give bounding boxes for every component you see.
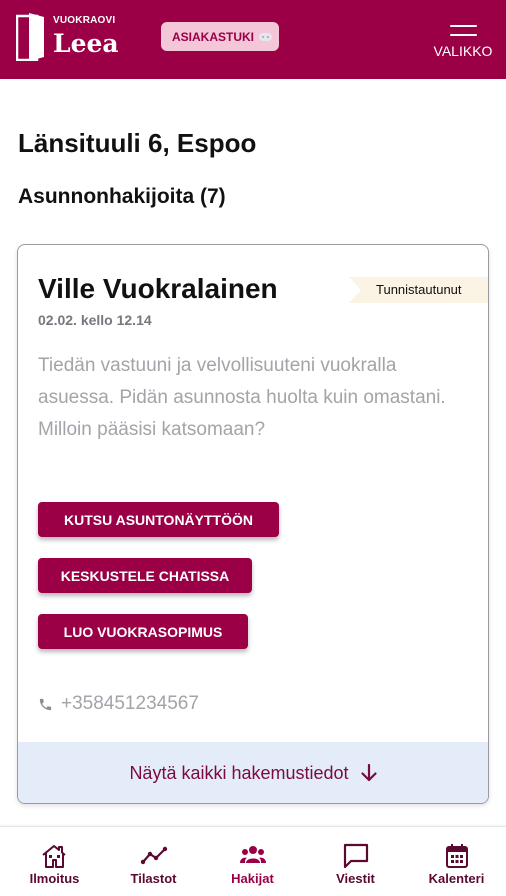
show-all-application-details-button[interactable]: Näytä kaikki hakemustiedot (18, 742, 488, 803)
invite-to-viewing-button[interactable]: KUTSU ASUNTONÄYTTÖÖN (38, 502, 279, 537)
nav-item-tilastot[interactable]: Tilastot (103, 827, 204, 896)
phone-icon (39, 698, 52, 710)
nav-item-hakijat[interactable]: Hakijat (202, 827, 303, 896)
chat-bubble-icon (259, 32, 273, 41)
phone-number-text: +358451234567 (61, 693, 199, 714)
create-lease-button[interactable]: LUO VUOKRASOPIMUS (38, 614, 248, 649)
nav-label-ilmoitus: Ilmoitus (29, 871, 80, 886)
page-title: Länsituuli 6, Espoo (18, 128, 257, 158)
people-icon (240, 846, 266, 863)
phone-number[interactable]: +358451234567 (38, 693, 199, 715)
nav-item-ilmoitus[interactable]: Ilmoitus (4, 827, 105, 896)
applicant-message: Tiedän vastuuni ja velvollisuuteni vuokr… (38, 355, 446, 440)
vuokraovi-leea-logo[interactable]: VUOKRAOVI Leea (16, 12, 126, 62)
applicant-card: Tunnistautunut Ville Vuokralainen 02.02.… (17, 244, 489, 804)
hamburger-icon (450, 25, 477, 36)
customer-support-label: ASIAKASTUKI (172, 29, 255, 44)
nav-item-viestit[interactable]: Viestit (305, 827, 406, 896)
house-icon (42, 845, 66, 868)
brand-small-text: VUOKRAOVI (53, 15, 116, 26)
verified-badge: Tunnistautunut (349, 277, 488, 303)
nav-label-tilastot: Tilastot (130, 871, 177, 886)
nav-label-kalenteri: Kalenteri (428, 871, 485, 886)
app-header: VUOKRAOVI Leea ASIAKASTUKI VALIKKO (0, 0, 506, 79)
customer-support-button[interactable]: ASIAKASTUKI (161, 22, 279, 51)
nav-label-hakijat: Hakijat (231, 871, 274, 886)
menu-button[interactable]: VALIKKO (430, 20, 496, 65)
brand-name: Leea (53, 29, 119, 58)
calendar-icon (446, 844, 468, 868)
show-all-label: Näytä kaikki hakemustiedot (129, 762, 349, 783)
door-logo-icon (16, 13, 44, 61)
chart-line-icon (140, 846, 168, 865)
menu-label: VALIKKO (433, 43, 493, 59)
applicant-name: Ville Vuokralainen (38, 273, 278, 304)
nav-item-kalenteri[interactable]: Kalenteri (406, 827, 506, 896)
bottom-navigation: Ilmoitus Tilastot Hakijat Viestit Kalent… (0, 826, 506, 896)
nav-label-viestit: Viestit (336, 871, 375, 886)
arrow-down-icon (360, 763, 377, 782)
applicants-section-title: Asunnonhakijoita (7) (18, 185, 226, 208)
chat-button[interactable]: KESKUSTELE CHATISSA (38, 558, 252, 593)
application-date: 02.02. kello 12.14 (38, 312, 152, 328)
message-icon (343, 843, 369, 869)
